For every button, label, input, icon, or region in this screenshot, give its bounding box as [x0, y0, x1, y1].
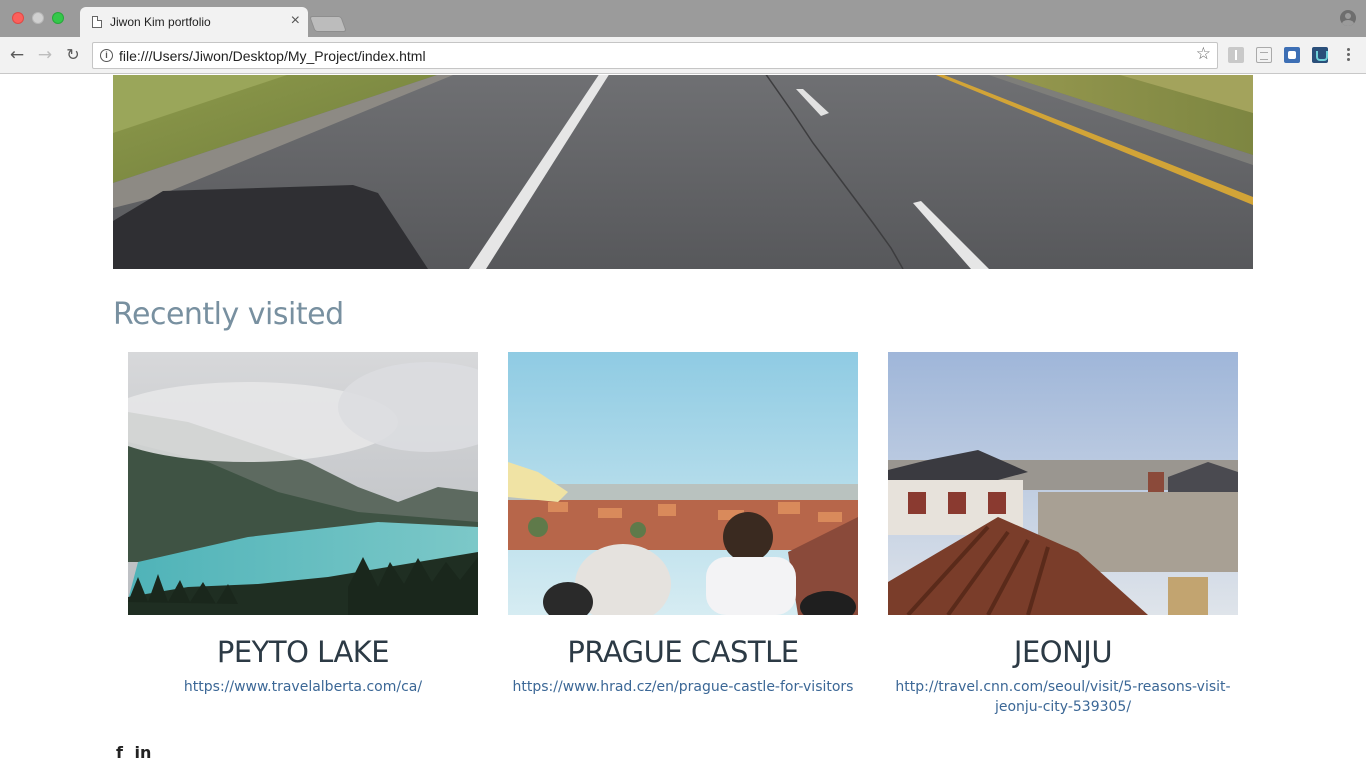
card-link[interactable]: https://www.travelalberta.com/ca/	[128, 677, 478, 697]
peyto-lake-photo	[128, 352, 478, 615]
extension-icon-1[interactable]	[1228, 47, 1244, 63]
facebook-icon[interactable]: f	[116, 743, 123, 762]
site-info-icon[interactable]: i	[100, 49, 113, 62]
profile-avatar-icon[interactable]	[1340, 10, 1356, 26]
tab-title: Jiwon Kim portfolio	[110, 15, 211, 29]
prague-castle-photo	[508, 352, 858, 615]
browser-toolbar: ← → ↻ i file:///Users/Jiwon/Desktop/My_P…	[0, 37, 1366, 74]
puzzle-extension-icon[interactable]	[1284, 47, 1300, 63]
reload-icon[interactable]: ↻	[62, 44, 84, 66]
window-maximize-button[interactable]	[52, 12, 64, 24]
browser-tab-active[interactable]: Jiwon Kim portfolio ×	[80, 7, 308, 37]
section-title: Recently visited	[113, 297, 344, 332]
linkedin-icon[interactable]: in	[135, 743, 152, 762]
address-bar[interactable]: i file:///Users/Jiwon/Desktop/My_Project…	[92, 42, 1218, 69]
reader-extension-icon[interactable]	[1256, 47, 1272, 63]
card-jeonju: JEONJU http://travel.cnn.com/seoul/visit…	[888, 352, 1238, 717]
card-prague-castle: PRAGUE CASTLE https://www.hrad.cz/en/pra…	[508, 352, 858, 697]
bookmark-star-icon[interactable]: ☆	[1196, 44, 1211, 64]
extension-icon-4[interactable]	[1312, 47, 1328, 63]
page-viewport: Recently visited PEYTO LAKE https://www.…	[0, 75, 1366, 768]
page-icon	[92, 16, 102, 28]
hero-road-image	[113, 75, 1253, 269]
back-arrow-icon[interactable]: ←	[6, 44, 28, 66]
forward-arrow-icon[interactable]: →	[34, 44, 56, 66]
browser-tab-strip: Jiwon Kim portfolio ×	[0, 0, 1366, 37]
jeonju-photo	[888, 352, 1238, 615]
new-tab-button[interactable]	[309, 16, 347, 32]
card-title: PRAGUE CASTLE	[567, 635, 799, 669]
card-link[interactable]: http://travel.cnn.com/seoul/visit/5-reas…	[893, 677, 1233, 717]
address-bar-url[interactable]: file:///Users/Jiwon/Desktop/My_Project/i…	[119, 48, 426, 64]
card-link[interactable]: https://www.hrad.cz/en/prague-castle-for…	[508, 677, 858, 697]
social-links: f in	[116, 743, 157, 762]
tab-close-icon[interactable]: ×	[291, 12, 300, 30]
card-title: JEONJU	[1013, 635, 1113, 669]
window-close-button[interactable]	[12, 12, 24, 24]
card-peyto-lake: PEYTO LAKE https://www.travelalberta.com…	[128, 352, 478, 697]
window-minimize-button[interactable]	[32, 12, 44, 24]
browser-menu-icon[interactable]	[1340, 46, 1356, 64]
card-title: PEYTO LAKE	[216, 635, 390, 669]
